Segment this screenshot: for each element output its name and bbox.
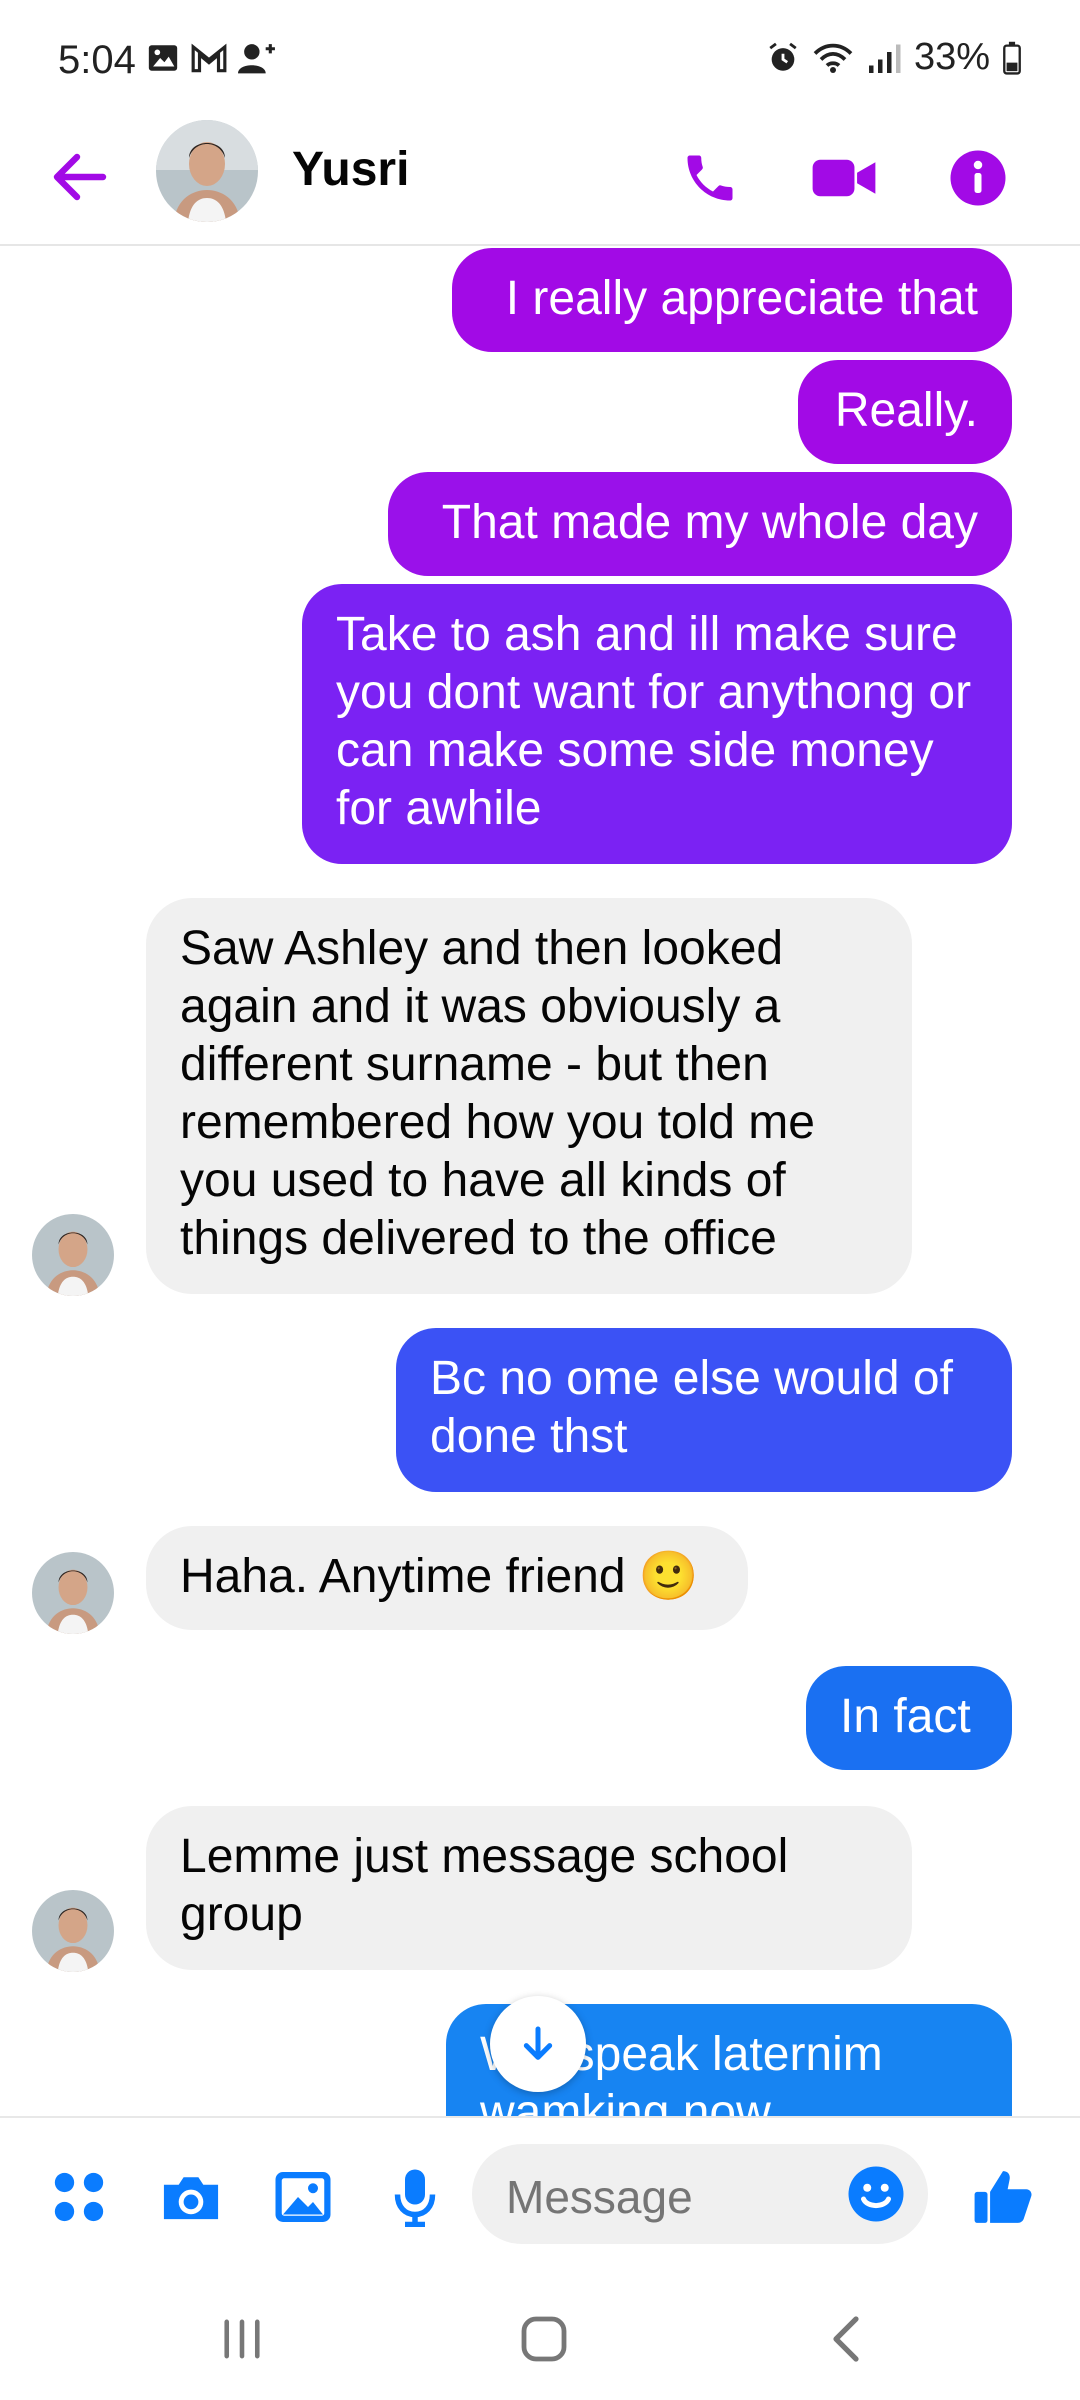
notification-icons	[146, 40, 278, 76]
outgoing-message[interactable]: I really appreciate that	[452, 248, 1012, 352]
message-composer	[0, 2116, 1080, 2270]
phone-icon	[687, 155, 733, 201]
chevron-left-icon	[833, 2316, 859, 2362]
gallery-button[interactable]	[266, 2160, 340, 2234]
back-arrow-icon	[53, 153, 107, 201]
avatar-photo	[32, 1890, 114, 1972]
contact-message-avatar[interactable]	[32, 1552, 114, 1634]
gmail-notification-icon	[191, 43, 227, 73]
contact-name[interactable]: Yusri	[292, 142, 409, 197]
battery-percent: 33%	[913, 36, 990, 78]
recent-apps-button[interactable]	[202, 2304, 282, 2374]
system-icons: 33%	[766, 36, 1022, 79]
info-button[interactable]	[938, 138, 1018, 218]
info-icon	[950, 150, 1006, 206]
thumbs-up-icon	[974, 2171, 1032, 2223]
contact-message-avatar[interactable]	[32, 1214, 114, 1296]
back-nav-button[interactable]	[806, 2304, 886, 2374]
incoming-message[interactable]: Saw Ashley and then looked again and it …	[146, 898, 912, 1294]
conversation-header: Yusri	[0, 120, 1080, 246]
status-time: 5:04	[58, 38, 136, 82]
incoming-message[interactable]: Haha. Anytime friend 🙂	[146, 1526, 748, 1630]
voice-call-button[interactable]	[670, 138, 750, 218]
gallery-notification-icon	[148, 45, 178, 71]
like-button[interactable]	[966, 2160, 1040, 2234]
alarm-icon	[769, 42, 797, 71]
avatar-photo	[32, 1552, 114, 1634]
image-icon	[275, 2172, 331, 2222]
four-dots-icon	[54, 2172, 104, 2222]
more-actions-button[interactable]	[42, 2160, 116, 2234]
home-icon	[521, 2316, 567, 2362]
status-bar: 5:04 33%	[0, 0, 1080, 120]
incoming-message[interactable]: Lemme just message school group	[146, 1806, 912, 1970]
battery-icon	[1003, 41, 1021, 75]
contact-avatar[interactable]	[156, 120, 258, 222]
system-navigation-bar	[0, 2270, 1080, 2400]
outgoing-message[interactable]: Really.	[798, 360, 1012, 464]
add-contact-notification-icon	[238, 44, 275, 74]
contact-message-avatar[interactable]	[32, 1890, 114, 1972]
outgoing-message[interactable]: In fact	[806, 1666, 1012, 1770]
outgoing-message[interactable]: That made my whole day	[388, 472, 1012, 576]
home-button[interactable]	[504, 2304, 584, 2374]
camera-icon	[163, 2177, 219, 2220]
voice-message-button[interactable]	[378, 2160, 452, 2234]
signal-icon	[868, 44, 901, 73]
camera-button[interactable]	[154, 2160, 228, 2234]
avatar-photo	[32, 1214, 114, 1296]
video-call-button[interactable]	[804, 138, 884, 218]
smiley-icon	[848, 2166, 904, 2222]
message-list[interactable]: I really appreciate that Really. That ma…	[0, 248, 1080, 2116]
outgoing-message[interactable]: Bc no ome else would of done thst	[396, 1328, 1012, 1492]
message-field[interactable]	[472, 2144, 928, 2244]
recent-apps-icon	[224, 2319, 260, 2359]
emoji-button[interactable]	[846, 2164, 906, 2224]
arrow-down-icon	[523, 2026, 553, 2060]
avatar-photo	[156, 120, 258, 222]
wifi-icon	[813, 43, 853, 73]
microphone-icon	[394, 2169, 436, 2227]
back-button[interactable]	[44, 142, 114, 212]
scroll-to-bottom-button[interactable]	[490, 1996, 586, 2092]
message-input[interactable]	[506, 2170, 806, 2224]
outgoing-message[interactable]: Take to ash and ill make sure you dont w…	[302, 584, 1012, 864]
video-camera-icon	[812, 159, 876, 197]
